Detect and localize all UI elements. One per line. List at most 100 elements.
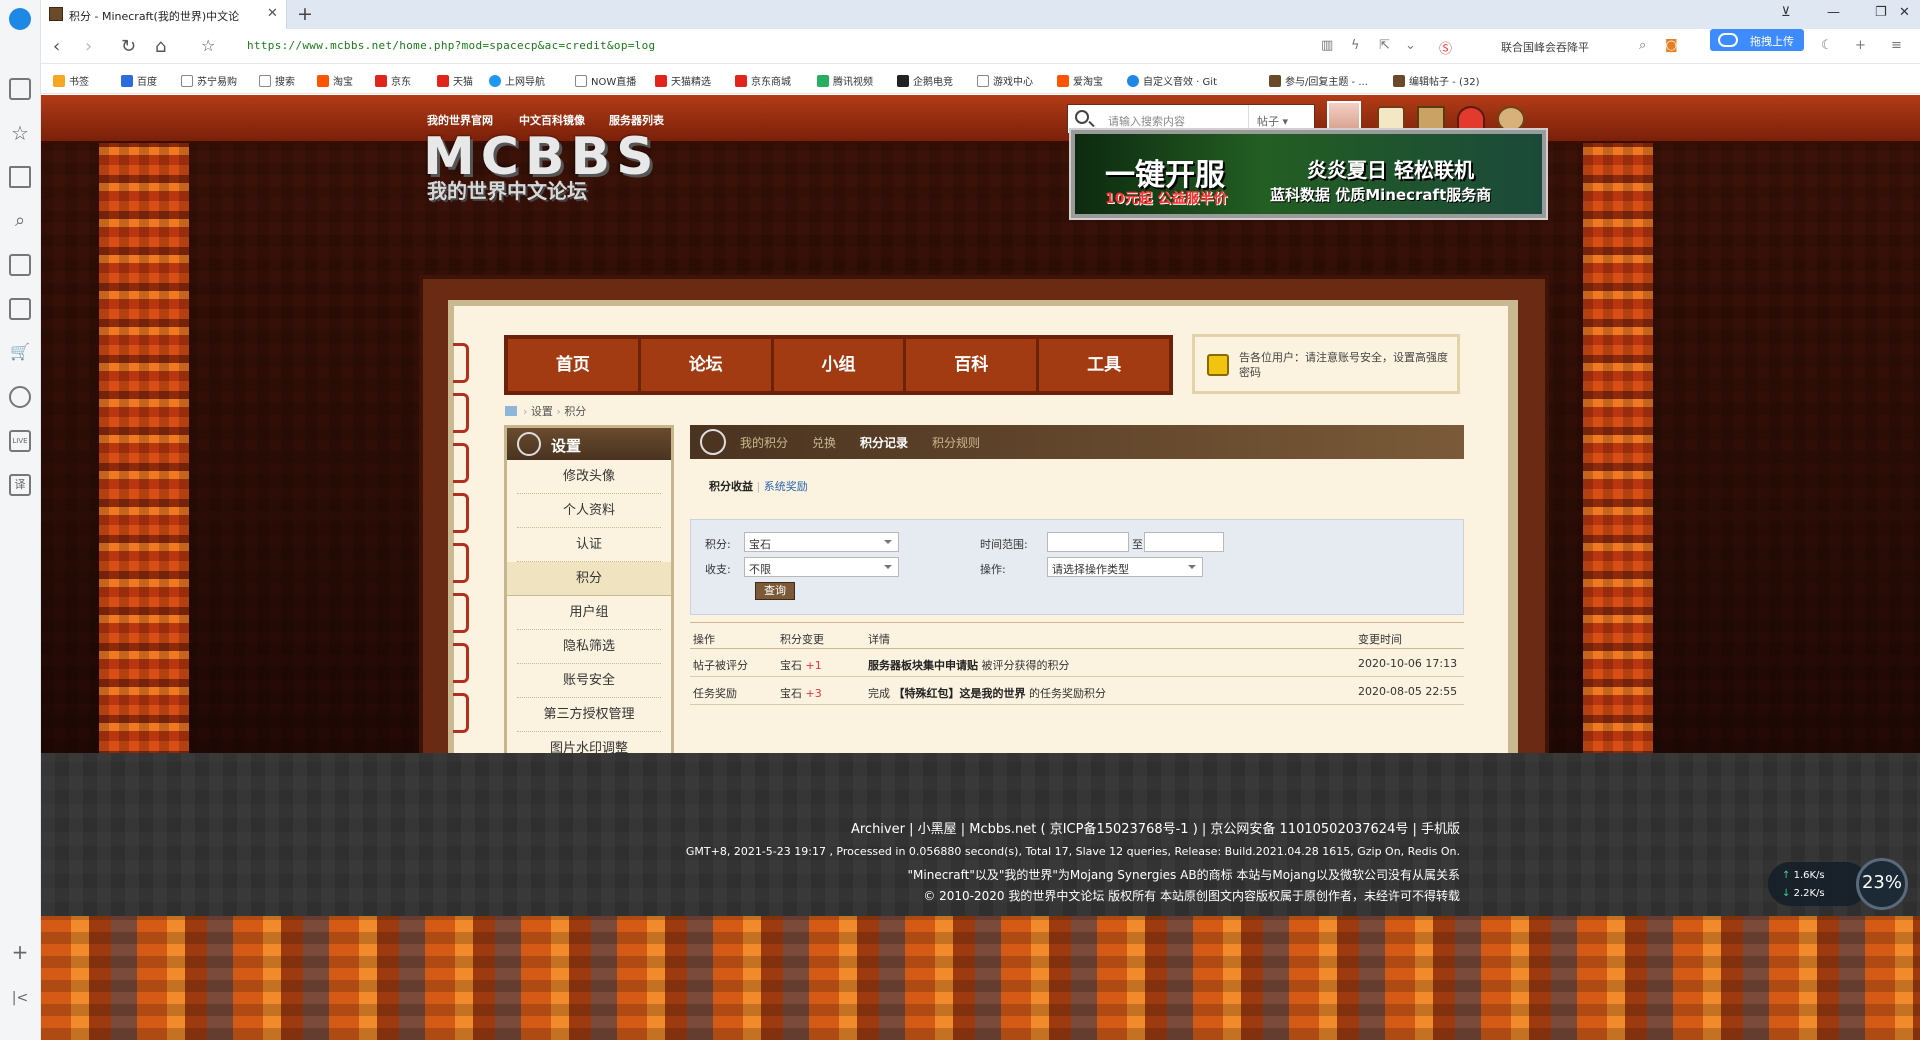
bookmark-item[interactable]: 上网导航 [489, 73, 545, 88]
sidebar-item-credits[interactable]: 积分 [507, 562, 671, 596]
tab-credit-rules[interactable]: 积分规则 [932, 434, 980, 451]
thread-link[interactable]: 服务器板块集中申请贴 [868, 659, 978, 672]
nav-wiki[interactable]: 百科 [906, 339, 1040, 391]
cake-icon[interactable] [1377, 106, 1405, 132]
bookmark-item[interactable]: 苏宁易购 [181, 73, 237, 88]
flash-icon[interactable]: ϟ [1351, 38, 1360, 53]
redstone-torch-icon[interactable] [1457, 106, 1485, 132]
bookmark-item[interactable]: 自定义音效 · Git [1127, 73, 1217, 88]
search-icon[interactable]: ⌕ [1639, 38, 1646, 53]
search-engine-icon[interactable]: Ⓢ [1439, 38, 1452, 57]
collapse-icon[interactable]: |< [9, 990, 31, 1012]
tab-credit-log[interactable]: 积分记录 [860, 434, 908, 451]
pin-icon[interactable]: ⊻ [1781, 5, 1791, 20]
reader-mode-icon[interactable]: ▥ [1321, 38, 1333, 53]
translate-icon[interactable]: 译 [9, 474, 31, 496]
sidebar-item-security[interactable]: 账号安全 [517, 664, 661, 698]
new-tab-button[interactable]: + [297, 3, 313, 25]
time-start-input[interactable] [1047, 532, 1129, 552]
time-end-input[interactable] [1144, 532, 1224, 552]
bookmark-item[interactable]: 京东 [375, 73, 411, 88]
crafting-table-icon[interactable] [1417, 106, 1445, 132]
menu-icon[interactable]: ≡ [1891, 38, 1902, 53]
search-suggestion[interactable]: 联合国峰会吞降平 [1501, 39, 1589, 55]
bookmark-item[interactable]: 爱淘宝 [1057, 73, 1103, 88]
footer-links[interactable]: Archiver | 小黑屋 | Mcbbs.net ( 京ICP备150237… [851, 818, 1460, 837]
bookmark-item[interactable]: 游戏中心 [977, 73, 1033, 88]
site-logo[interactable]: MCBBS 我的世界中文论坛 [423, 131, 693, 203]
breadcrumb-credits[interactable]: 积分 [564, 405, 586, 418]
bookmark-item[interactable]: 天猫精选 [655, 73, 711, 88]
tab-exchange[interactable]: 兑换 [812, 434, 836, 451]
search-input[interactable]: 请输入搜索内容 [1108, 113, 1185, 129]
home-icon[interactable] [505, 406, 517, 416]
breadcrumb-settings[interactable]: 设置 [531, 405, 553, 418]
sidebar-item-usergroup[interactable]: 用户组 [517, 596, 661, 630]
close-tab-icon[interactable]: ✕ [267, 6, 278, 21]
favorites-star-icon[interactable]: ☆ [9, 122, 31, 144]
query-button[interactable]: 查询 [755, 582, 795, 600]
add-icon[interactable]: + [1855, 38, 1866, 53]
browser-logo-icon[interactable] [9, 8, 31, 30]
upload-button[interactable]: 拖拽上传 [1710, 29, 1804, 51]
back-icon[interactable]: ‹ [53, 36, 60, 57]
bookmark-item[interactable]: 书签 [53, 73, 89, 88]
share-icon[interactable]: ⇱ [1379, 38, 1390, 53]
bookmark-star-icon[interactable]: ☆ [201, 36, 215, 55]
reload-icon[interactable]: ↻ [121, 36, 136, 57]
news-icon[interactable] [9, 78, 31, 100]
ad-banner[interactable]: 一键开服 10元起 公益服半价 炎炎夏日 轻松联机 蓝科数据 优质Minecra… [1071, 130, 1546, 218]
add-icon[interactable]: + [9, 940, 31, 964]
browser-tab[interactable]: 积分 - Minecraft(我的世界)中文论 ✕ [41, 0, 287, 29]
bookmark-item[interactable]: 参与/回复主题 - ... [1269, 73, 1368, 88]
toplink-official[interactable]: 我的世界官网 [427, 112, 493, 128]
bag-icon[interactable] [9, 298, 31, 320]
inout-select[interactable]: 不限 [744, 557, 899, 577]
bookmark-item[interactable]: 京东商城 [735, 73, 791, 88]
toplink-wiki-mirror[interactable]: 中文百科镜像 [519, 112, 585, 128]
nav-groups[interactable]: 小组 [774, 339, 907, 391]
live-icon[interactable]: LIVE [9, 430, 31, 452]
bookmark-item[interactable]: 百度 [121, 73, 157, 88]
subtab-income[interactable]: 积分收益 [709, 480, 753, 493]
task-link[interactable]: 【特殊红包】这是我的世界 [894, 687, 1026, 700]
toplink-server-list[interactable]: 服务器列表 [609, 112, 664, 128]
cart-icon[interactable]: 🛒 [9, 342, 31, 364]
bookmark-item[interactable]: 淘宝 [317, 73, 353, 88]
sidebar-item-privacy[interactable]: 隐私筛选 [517, 630, 661, 664]
home-icon[interactable]: ⌂ [155, 36, 166, 57]
video-icon[interactable] [9, 254, 31, 276]
nav-home[interactable]: 首页 [508, 339, 641, 391]
bookmark-item[interactable]: 腾讯视频 [817, 73, 873, 88]
nav-tools[interactable]: 工具 [1039, 339, 1169, 391]
nav-forum[interactable]: 论坛 [641, 339, 774, 391]
tab-my-credits[interactable]: 我的积分 [740, 434, 788, 451]
chat-icon[interactable] [9, 386, 31, 408]
game-icon[interactable]: ◙ [1665, 38, 1678, 53]
restore-icon[interactable]: ❐ [1875, 5, 1887, 20]
subtab-system-reward[interactable]: 系统奖励 [764, 480, 808, 493]
sidebar-item-oauth[interactable]: 第三方授权管理 [517, 698, 661, 732]
bookmark-item[interactable]: 企鹅电竞 [897, 73, 953, 88]
bookmark-item[interactable]: 编辑帖子 - (32) [1393, 73, 1480, 88]
minimize-icon[interactable]: — [1827, 5, 1840, 20]
search-icon[interactable]: ⌕ [9, 210, 31, 232]
credit-select[interactable]: 宝石 [744, 532, 899, 552]
network-speed-widget[interactable]: ↑ 1.6K/s ↓ 2.2K/s 23% [1756, 858, 1916, 910]
operation-select[interactable]: 请选择操作类型 [1047, 557, 1203, 577]
cookie-icon[interactable] [1497, 106, 1525, 132]
forward-icon[interactable]: › [85, 36, 92, 57]
bookmark-item[interactable]: 搜索 [259, 73, 295, 88]
bookmark-item[interactable]: NOW直播 [575, 73, 636, 88]
sidebar-item-avatar[interactable]: 修改头像 [517, 460, 661, 494]
search-type-select[interactable]: 帖子 ▾ [1248, 105, 1314, 133]
sidebar-item-profile[interactable]: 个人资料 [517, 494, 661, 528]
search-icon[interactable] [1075, 110, 1089, 124]
announcement-text[interactable]: 告各位用户：请注意账号安全，设置高强度密码 [1239, 350, 1454, 380]
reader-book-icon[interactable] [9, 166, 31, 188]
sidebar-item-verify[interactable]: 认证 [517, 528, 661, 562]
close-window-icon[interactable]: ✕ [1899, 5, 1910, 20]
url-field[interactable]: https://www.mcbbs.net/home.php?mod=space… [247, 39, 655, 52]
bookmark-item[interactable]: 天猫 [437, 73, 473, 88]
chevron-down-icon[interactable]: ⌄ [1405, 38, 1416, 53]
